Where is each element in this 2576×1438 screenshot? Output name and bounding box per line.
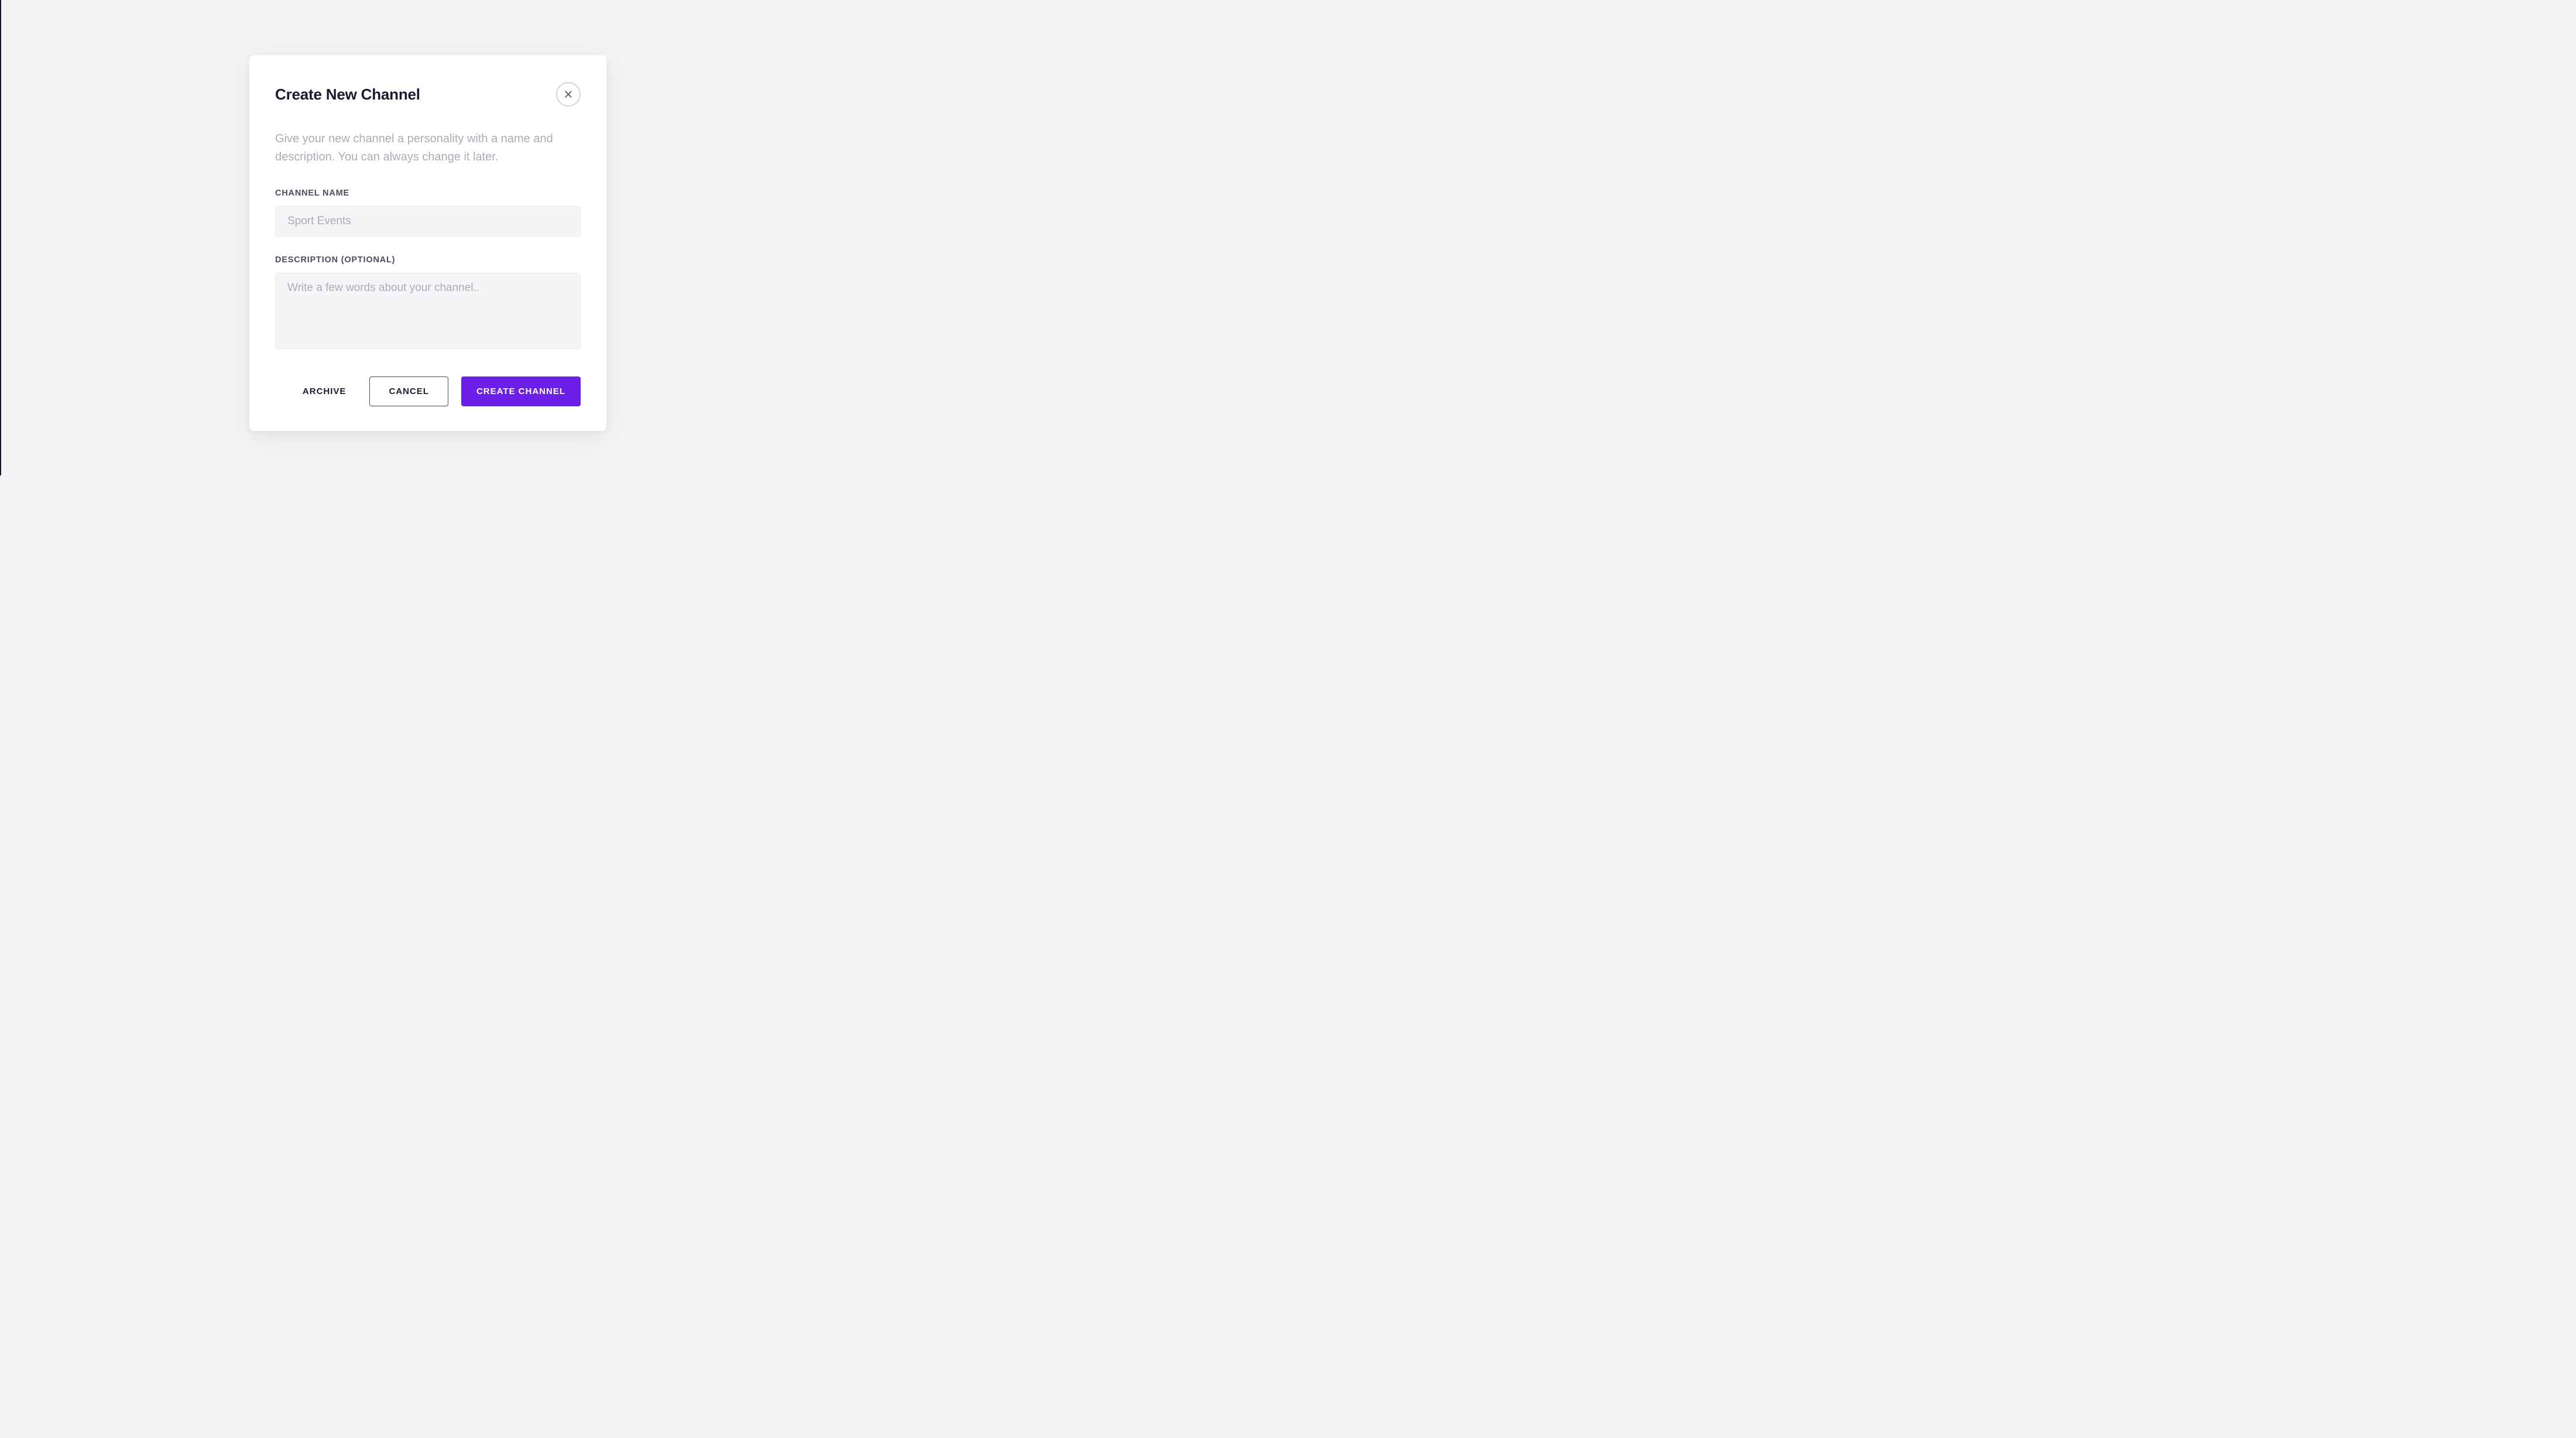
close-icon	[564, 90, 573, 99]
modal-footer: ARCHIVE CANCEL CREATE CHANNEL	[275, 376, 581, 406]
channel-name-label: CHANNEL NAME	[275, 189, 581, 198]
modal-subtitle: Give your new channel a personality with…	[275, 130, 581, 166]
cancel-button[interactable]: CANCEL	[369, 376, 448, 406]
channel-name-input[interactable]	[275, 206, 581, 237]
description-input[interactable]	[275, 273, 581, 349]
create-channel-modal: Create New Channel Give your new channel…	[249, 55, 606, 431]
description-group: DESCRIPTION (OPTIONAL)	[275, 255, 581, 352]
channel-name-group: CHANNEL NAME	[275, 189, 581, 237]
modal-header: Create New Channel	[275, 82, 581, 107]
archive-button[interactable]: ARCHIVE	[292, 377, 357, 406]
modal-title: Create New Channel	[275, 85, 420, 104]
create-channel-button[interactable]: CREATE CHANNEL	[461, 376, 581, 406]
description-label: DESCRIPTION (OPTIONAL)	[275, 255, 581, 265]
close-button[interactable]	[556, 82, 581, 107]
